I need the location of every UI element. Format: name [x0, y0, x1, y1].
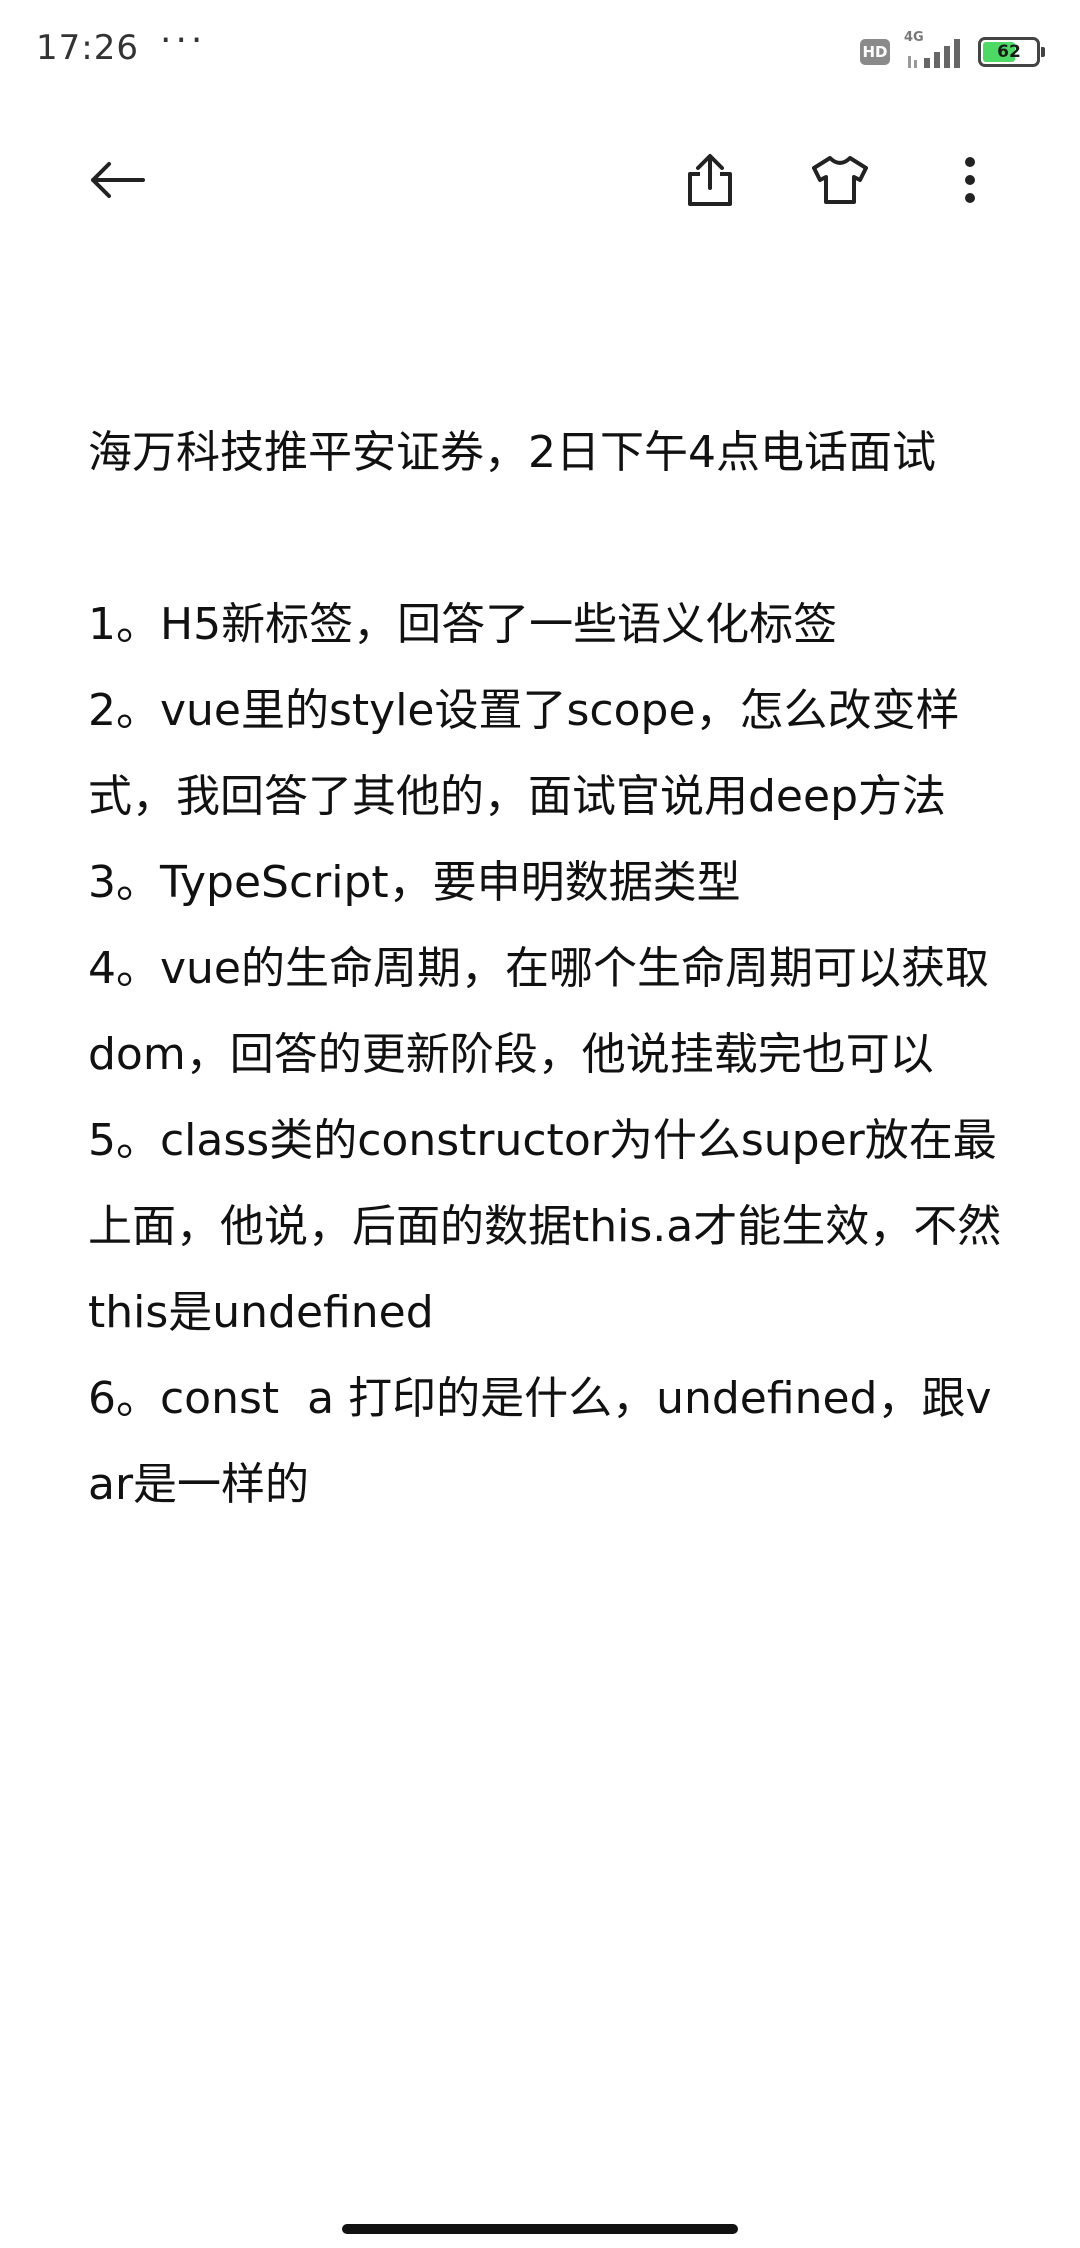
note-item: 6。const a 打印的是什么，undefined，跟var是一样的 [88, 1373, 992, 1510]
status-time: 17:26 [36, 28, 139, 68]
status-bar: 17:26 ··· HD 4G 62 [0, 0, 1080, 100]
more-vertical-icon [965, 157, 975, 203]
more-menu-button[interactable] [925, 130, 1015, 230]
battery-level: 62 [997, 42, 1021, 62]
notification-dots-icon: ··· [160, 20, 207, 61]
note-title: 海万科技推平安证券，2日下午4点电话面试 [88, 427, 936, 478]
status-icons: HD 4G 62 [860, 30, 1045, 70]
note-item: 3。TypeScript，要申明数据类型 [88, 857, 741, 908]
network-type: 4G [904, 30, 924, 45]
note-item: 5。class类的constructor为什么super放在最上面，他说，后面的… [88, 1115, 1002, 1338]
note-content[interactable]: 海万科技推平安证券，2日下午4点电话面试 1。H5新标签，回答了一些语义化标签 … [88, 410, 1008, 1528]
hd-icon: HD [860, 39, 890, 65]
back-button[interactable] [72, 130, 162, 230]
home-indicator[interactable] [342, 2224, 738, 2234]
share-icon [688, 154, 732, 206]
note-item: 2。vue里的style设置了scope，怎么改变样式，我回答了其他的，面试官说… [88, 685, 960, 822]
top-app-bar [0, 130, 1080, 230]
battery-icon: 62 [978, 37, 1045, 67]
note-item: 1。H5新标签，回答了一些语义化标签 [88, 599, 838, 650]
signal-icon: 4G [904, 30, 964, 70]
note-item: 4。vue的生命周期，在哪个生命周期可以获取dom，回答的更新阶段，他说挂载完也… [88, 943, 989, 1080]
theme-button[interactable] [795, 130, 885, 230]
share-button[interactable] [665, 130, 755, 230]
arrow-left-icon [91, 162, 145, 198]
tshirt-icon [812, 156, 868, 204]
battery-tip [1041, 47, 1045, 57]
